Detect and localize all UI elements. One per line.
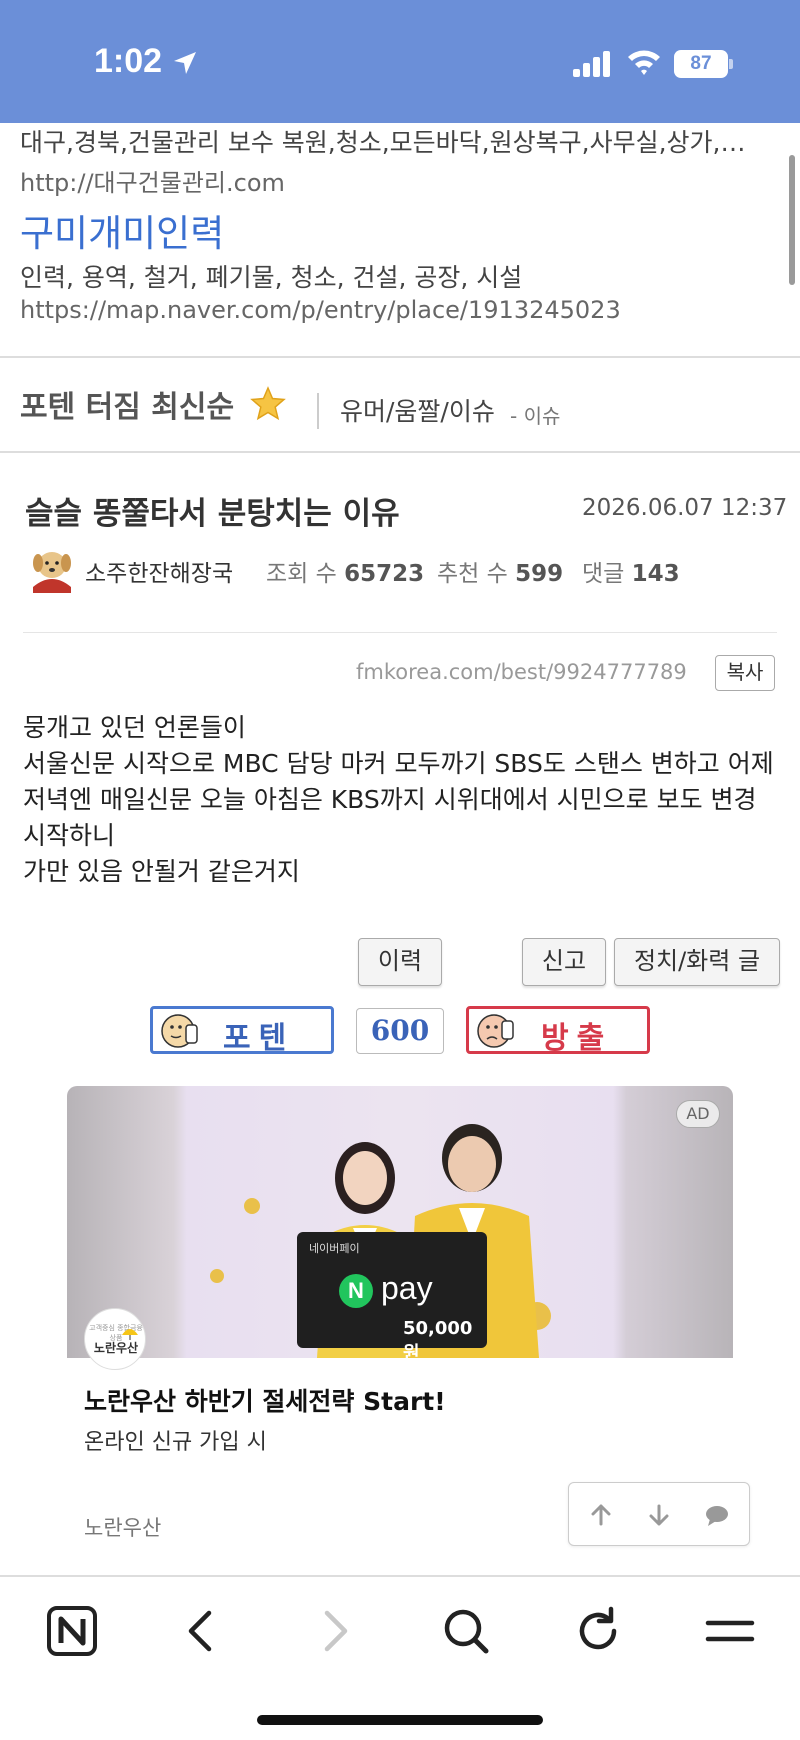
- ad-advertiser[interactable]: 노란우산: [84, 1512, 161, 1542]
- home-indicator[interactable]: [257, 1715, 543, 1725]
- arrow-down-icon[interactable]: [645, 1501, 673, 1529]
- recommends-value: 599: [515, 561, 564, 587]
- result-url[interactable]: http://대구건물관리.com: [20, 163, 780, 198]
- reload-icon[interactable]: [570, 1603, 626, 1659]
- location-arrow-icon: [174, 52, 196, 74]
- report-button[interactable]: 신고: [522, 938, 606, 986]
- post-date: 2026.06.07 12:37: [582, 495, 788, 521]
- post-body: 뭉개고 있던 언론들이 서울신문 시작으로 MBC 담당 마커 모두까기 SBS…: [23, 710, 783, 890]
- forward-icon[interactable]: [306, 1603, 362, 1659]
- battery-indicator: 87: [674, 50, 728, 78]
- copy-url-button[interactable]: 복사: [715, 655, 775, 691]
- politics-post-button[interactable]: 정치/화력 글: [614, 938, 780, 986]
- ad-headline[interactable]: 노란우산 하반기 절세전략 Start!: [84, 1382, 446, 1418]
- npay-gift-card: 네이버페이 N pay 50,000원: [297, 1232, 487, 1364]
- npay-wordmark: pay: [381, 1270, 433, 1306]
- divider: [317, 393, 319, 429]
- comment-icon[interactable]: [703, 1501, 731, 1529]
- post-paragraph: 서울신문 시작으로 MBC 담당 마커 모두까기 SBS도 스탠스 변하고 어제…: [23, 749, 774, 850]
- vote-count: 600: [356, 1008, 444, 1054]
- avatar[interactable]: [27, 543, 77, 593]
- star-icon: [250, 386, 286, 421]
- downvote-button[interactable]: 방출: [466, 1006, 650, 1056]
- npay-logo-icon: N: [339, 1274, 373, 1308]
- post-title: 슬슬 똥쭐타서 분탕치는 이유: [25, 496, 400, 532]
- post-paragraph: 뭉개고 있던 언론들이: [23, 713, 246, 742]
- arrow-up-icon[interactable]: [587, 1501, 615, 1529]
- browser-toolbar: [0, 1575, 800, 1740]
- upvote-label: 포텐: [223, 1021, 295, 1056]
- result-description: 대구,경북,건물관리 보수 복원,청소,모든바닥,원상복구,사무실,상가,…: [20, 128, 746, 157]
- npay-amount: 50,000원: [403, 1318, 473, 1364]
- views-count: 조회 수 65723: [266, 554, 424, 588]
- board-category-sub: - 이슈: [510, 404, 561, 428]
- result-url[interactable]: https://map.naver.com/p/entry/place/1913…: [20, 296, 780, 324]
- naver-home-icon[interactable]: [44, 1603, 100, 1659]
- status-bar: 1:02 87: [0, 0, 800, 123]
- battery-tip: [729, 59, 733, 69]
- npay-card-label: 네이버페이: [309, 1242, 360, 1255]
- board-title[interactable]: 포텐 터짐 최신순: [20, 382, 234, 426]
- board-category[interactable]: 유머/움짤/이슈: [340, 392, 495, 428]
- comments-value: 143: [631, 561, 680, 587]
- recommends-label: 추천 수: [437, 561, 508, 587]
- result-description: 인력, 용역, 철거, 폐기물, 청소, 건설, 공장, 시설: [20, 263, 523, 292]
- post-url[interactable]: fmkorea.com/best/9924777789: [356, 660, 687, 684]
- author-name[interactable]: 소주한잔해장국: [85, 554, 233, 588]
- cellular-signal-icon: [573, 51, 610, 77]
- menu-icon[interactable]: [702, 1603, 758, 1659]
- divider: [23, 632, 777, 633]
- views-label: 조회 수: [266, 561, 337, 587]
- history-button[interactable]: 이력: [358, 938, 442, 986]
- thumbs-up-icon: [161, 1014, 198, 1048]
- thumbs-down-icon: [477, 1014, 514, 1048]
- views-value: 65723: [344, 561, 425, 587]
- upvote-button[interactable]: 포텐: [150, 1006, 334, 1056]
- advertiser-logo-text: 노란우산: [93, 1341, 139, 1355]
- advertiser-logo[interactable]: 고객중심 종합금융 상품 노란우산: [84, 1308, 146, 1370]
- comments-label: 댓글: [582, 561, 625, 587]
- downvote-label: 방출: [541, 1021, 613, 1056]
- divider: [0, 356, 800, 358]
- divider: [0, 451, 800, 453]
- status-time: 1:02: [94, 42, 163, 80]
- recommends-count: 추천 수 599: [437, 554, 563, 588]
- scrollbar[interactable]: [789, 155, 795, 285]
- comments-count: 댓글 143: [582, 554, 680, 588]
- floating-nav-bar: [568, 1482, 750, 1546]
- search-results: 대구,경북,건물관리 보수 복원,청소,모든바닥,원상복구,사무실,상가,… h…: [0, 123, 800, 357]
- result-title-link[interactable]: 구미개미인력: [20, 203, 780, 257]
- ad-subtitle: 온라인 신규 가입 시: [84, 1430, 267, 1455]
- search-icon[interactable]: [438, 1603, 494, 1659]
- ad-badge: AD: [676, 1100, 720, 1128]
- post-paragraph: 가만 있음 안될거 같은거지: [23, 857, 300, 886]
- back-icon[interactable]: [174, 1603, 230, 1659]
- wifi-icon: [628, 50, 660, 75]
